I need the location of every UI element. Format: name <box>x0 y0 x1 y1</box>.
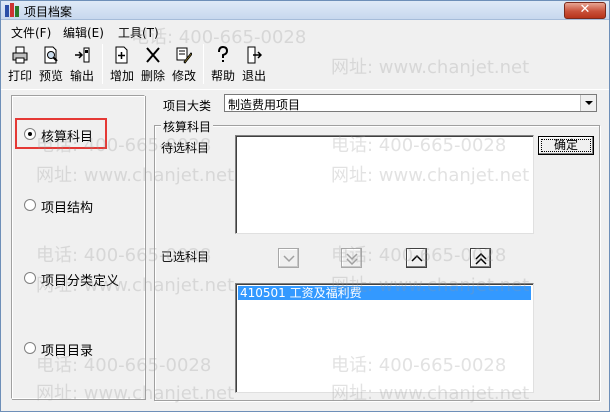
group-title: 核算科目 <box>161 118 214 135</box>
help-icon <box>218 46 229 62</box>
modify-label: 修改 <box>171 69 196 83</box>
chevron-down-icon[interactable] <box>580 95 596 111</box>
radio-label: 项目结构 <box>41 201 94 216</box>
pending-subjects-list[interactable] <box>235 135 534 234</box>
confirm-button[interactable]: 确定 <box>538 136 594 155</box>
double-chevron-down-icon <box>346 253 358 265</box>
exit-icon <box>247 46 262 64</box>
move-up-button[interactable] <box>406 248 427 268</box>
chevron-down-icon <box>283 255 295 263</box>
print-label: 打印 <box>7 69 32 83</box>
project-category-select[interactable]: 制造费用项目 <box>224 94 597 112</box>
export-label: 输出 <box>69 69 94 83</box>
toolbar-separator <box>203 44 204 84</box>
modify-button[interactable]: 修改 <box>169 42 199 85</box>
watermark-site: 网址: www.chanjet.net <box>331 57 530 78</box>
title-bar: 项目档案 ✕ <box>1 1 609 20</box>
double-chevron-up-icon <box>475 253 487 265</box>
highlight-annotation-box <box>15 118 107 149</box>
help-label: 帮助 <box>210 69 235 83</box>
window-title: 项目档案 <box>24 5 73 19</box>
pending-subjects-label: 待选科目 <box>161 141 210 155</box>
close-button[interactable]: ✕ <box>564 2 606 19</box>
toolbar-separator <box>102 44 103 84</box>
add-icon <box>115 46 128 64</box>
radio-label: 项目目录 <box>41 344 94 359</box>
chevron-up-icon <box>411 254 423 262</box>
selected-subjects-label: 已选科目 <box>161 250 210 264</box>
export-button[interactable]: 输出 <box>67 42 97 85</box>
radio-button[interactable] <box>24 199 36 211</box>
delete-label: 删除 <box>140 69 165 83</box>
preview-label: 预览 <box>38 69 63 83</box>
move-bottom-button[interactable] <box>341 248 362 268</box>
list-item-selected[interactable]: 410501 工资及福利费 <box>238 286 531 300</box>
category-label: 项目大类 <box>163 99 212 113</box>
menu-tools[interactable]: 工具(T) <box>118 24 159 41</box>
move-down-button[interactable] <box>278 248 299 268</box>
selected-subjects-list[interactable]: 410501 工资及福利费 <box>235 283 534 393</box>
toolbar-divider <box>1 89 609 90</box>
add-label: 增加 <box>109 69 134 83</box>
printer-icon <box>12 46 28 64</box>
menu-file[interactable]: 文件(F) <box>11 24 51 41</box>
move-top-button[interactable] <box>470 248 491 268</box>
exit-label: 退出 <box>241 69 266 83</box>
delete-button[interactable]: 删除 <box>138 42 168 85</box>
radio-button[interactable] <box>24 272 36 284</box>
preview-icon <box>44 46 58 64</box>
radio-button[interactable] <box>24 342 36 354</box>
delete-icon <box>146 47 160 63</box>
export-icon <box>75 47 90 63</box>
project-archive-window: 项目档案 ✕ 文件(F) 编辑(E) 工具(T) 打印 预览 输出 增加 删除 … <box>0 0 610 412</box>
app-icon <box>4 3 20 18</box>
menu-bar: 文件(F) 编辑(E) 工具(T) <box>1 21 609 41</box>
help-button[interactable]: 帮助 <box>208 42 238 85</box>
exit-button[interactable]: 退出 <box>239 42 269 85</box>
category-value: 制造费用项目 <box>228 98 301 112</box>
menu-edit[interactable]: 编辑(E) <box>63 24 104 41</box>
edit-icon <box>176 47 192 64</box>
add-button[interactable]: 增加 <box>107 42 137 85</box>
preview-button[interactable]: 预览 <box>36 42 66 85</box>
print-button[interactable]: 打印 <box>5 42 35 85</box>
radio-label: 项目分类定义 <box>41 274 120 289</box>
